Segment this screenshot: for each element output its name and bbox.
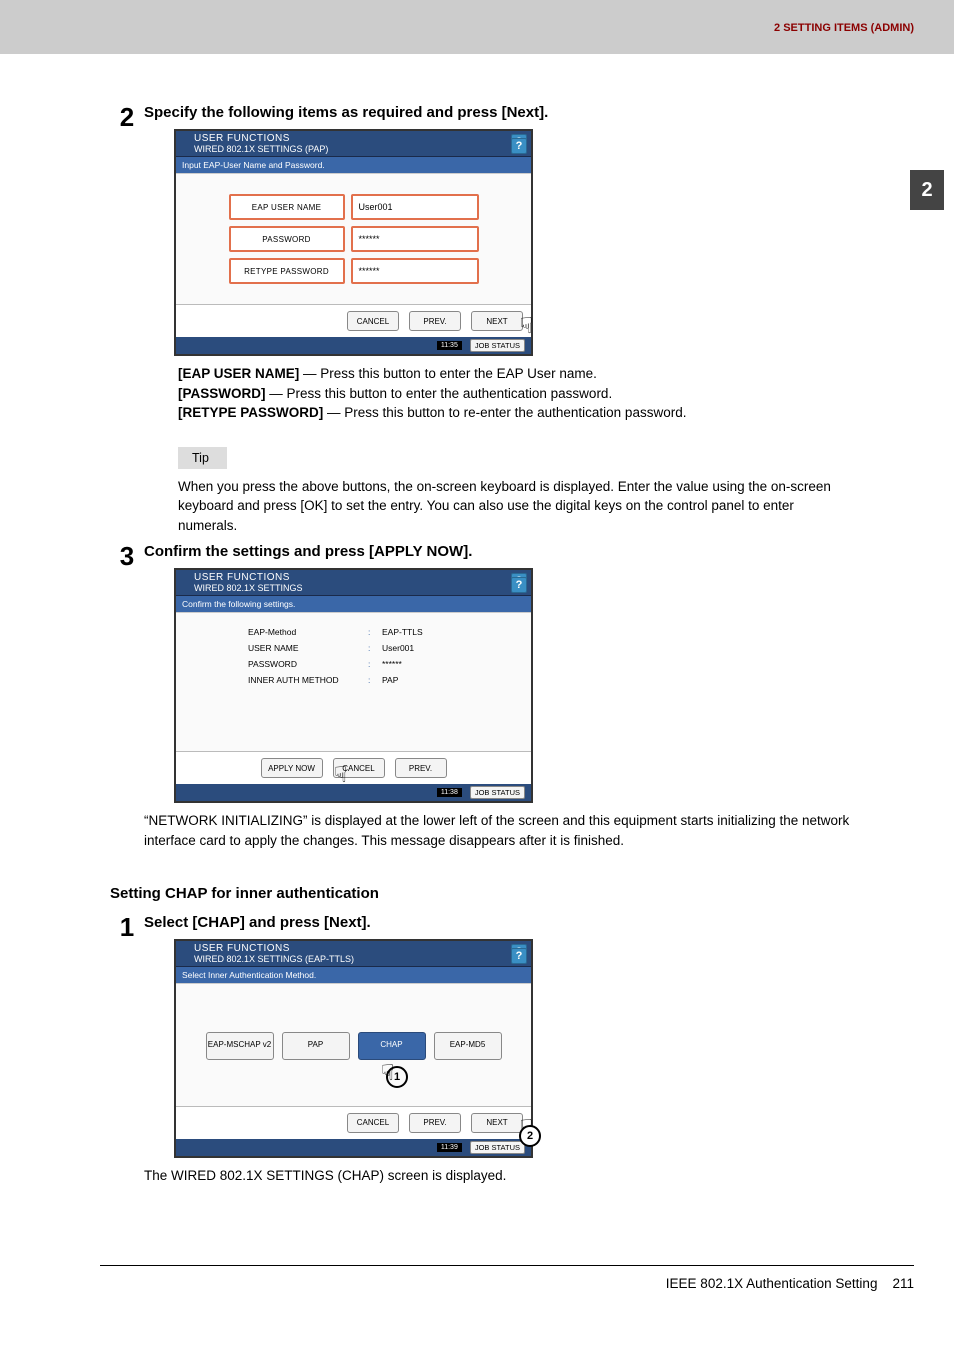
footer-page: 211 [892,1276,914,1291]
next-button[interactable]: NEXT [471,311,523,331]
panel-subtitle: WIRED 802.1X SETTINGS [194,583,525,593]
page-footer: IEEE 802.1X Authentication Setting 211 [100,1265,914,1291]
kv-val: PAP [382,675,398,685]
opt-pap[interactable]: PAP [282,1032,350,1060]
help-icon[interactable]: ? [511,948,527,964]
step-number: 2 [110,104,144,543]
step3-title: Confirm the settings and press [APPLY NO… [144,543,854,560]
apply-now-button[interactable]: APPLY NOW [261,758,323,778]
chapter-side-tab: 2 [910,170,944,210]
panel-select-inner-auth: USER FUNCTIONS WIRED 802.1X SETTINGS (EA… [174,939,533,1158]
panel-title: USER FUNCTIONS [194,572,525,583]
job-status-button[interactable]: JOB STATUS [470,1141,525,1154]
kv-val: EAP-TTLS [382,627,423,637]
next-button[interactable]: NEXT [471,1113,523,1133]
retype-password-button[interactable]: RETYPE PASSWORD [229,258,345,284]
prev-button[interactable]: PREV. [409,1113,461,1133]
kv-key: INNER AUTH METHOD [186,675,368,685]
password-button[interactable]: PASSWORD [229,226,345,252]
step-number: 3 [110,543,144,858]
kv-key: PASSWORD [186,659,368,669]
job-status-button[interactable]: JOB STATUS [470,786,525,799]
instruction-bar: Select Inner Authentication Method. [176,967,531,983]
panel-subtitle: WIRED 802.1X SETTINGS (EAP-TTLS) [194,954,525,964]
panel-title: USER FUNCTIONS [194,943,525,954]
clock: 11:35 [437,341,462,350]
password-value: ****** [351,226,479,252]
help-icon[interactable]: ? [511,138,527,154]
kv-key: USER NAME [186,643,368,653]
step-number: 1 [110,914,144,1194]
section-heading: Setting CHAP for inner authentication [110,885,854,902]
chapter-header-band: 2 SETTING ITEMS (ADMIN) [0,0,954,54]
opt-eap-mschapv2[interactable]: EAP-MSCHAP v2 [206,1032,274,1060]
step1b-title: Select [CHAP] and press [Next]. [144,914,854,931]
opt-eap-md5[interactable]: EAP-MD5 [434,1032,502,1060]
cancel-button[interactable]: CANCEL [347,311,399,331]
step3-desc: “NETWORK INITIALIZING” is displayed at t… [144,811,854,850]
tip-text: When you press the above buttons, the on… [178,477,854,536]
retype-password-value: ****** [351,258,479,284]
panel-subtitle: WIRED 802.1X SETTINGS (PAP) [194,144,525,154]
panel-pap-input: USER FUNCTIONS WIRED 802.1X SETTINGS (PA… [174,129,533,356]
cancel-button[interactable]: CANCEL [347,1113,399,1133]
kv-val: User001 [382,643,414,653]
panel-confirm: USER FUNCTIONS WIRED 802.1X SETTINGS ? ?… [174,568,533,803]
prev-button[interactable]: PREV. [409,311,461,331]
footer-section: IEEE 802.1X Authentication Setting [666,1276,878,1291]
help-icon[interactable]: ? [511,577,527,593]
kv-val: ****** [382,659,402,669]
kv-key: EAP-Method [186,627,368,637]
instruction-bar: Input EAP-User Name and Password. [176,157,531,173]
eap-user-name-value: User001 [351,194,479,220]
clock: 11:38 [437,788,462,797]
opt-chap[interactable]: CHAP [358,1032,426,1060]
callout-1: 1 [386,1066,408,1088]
eap-user-name-button[interactable]: EAP USER NAME [229,194,345,220]
step1b-desc: The WIRED 802.1X SETTINGS (CHAP) screen … [144,1166,854,1186]
step2-desc: [EAP USER NAME] — Press this button to e… [178,364,854,423]
chapter-header-text: 2 SETTING ITEMS (ADMIN) [774,22,914,34]
clock: 11:39 [437,1143,462,1152]
step2-title: Specify the following items as required … [144,104,854,121]
cancel-button[interactable]: CANCEL [333,758,385,778]
callout-2: 2 [519,1125,541,1147]
prev-button[interactable]: PREV. [395,758,447,778]
tip-label: Tip [178,447,227,469]
panel-title: USER FUNCTIONS [194,133,525,144]
job-status-button[interactable]: JOB STATUS [470,339,525,352]
instruction-bar: Confirm the following settings. [176,596,531,612]
